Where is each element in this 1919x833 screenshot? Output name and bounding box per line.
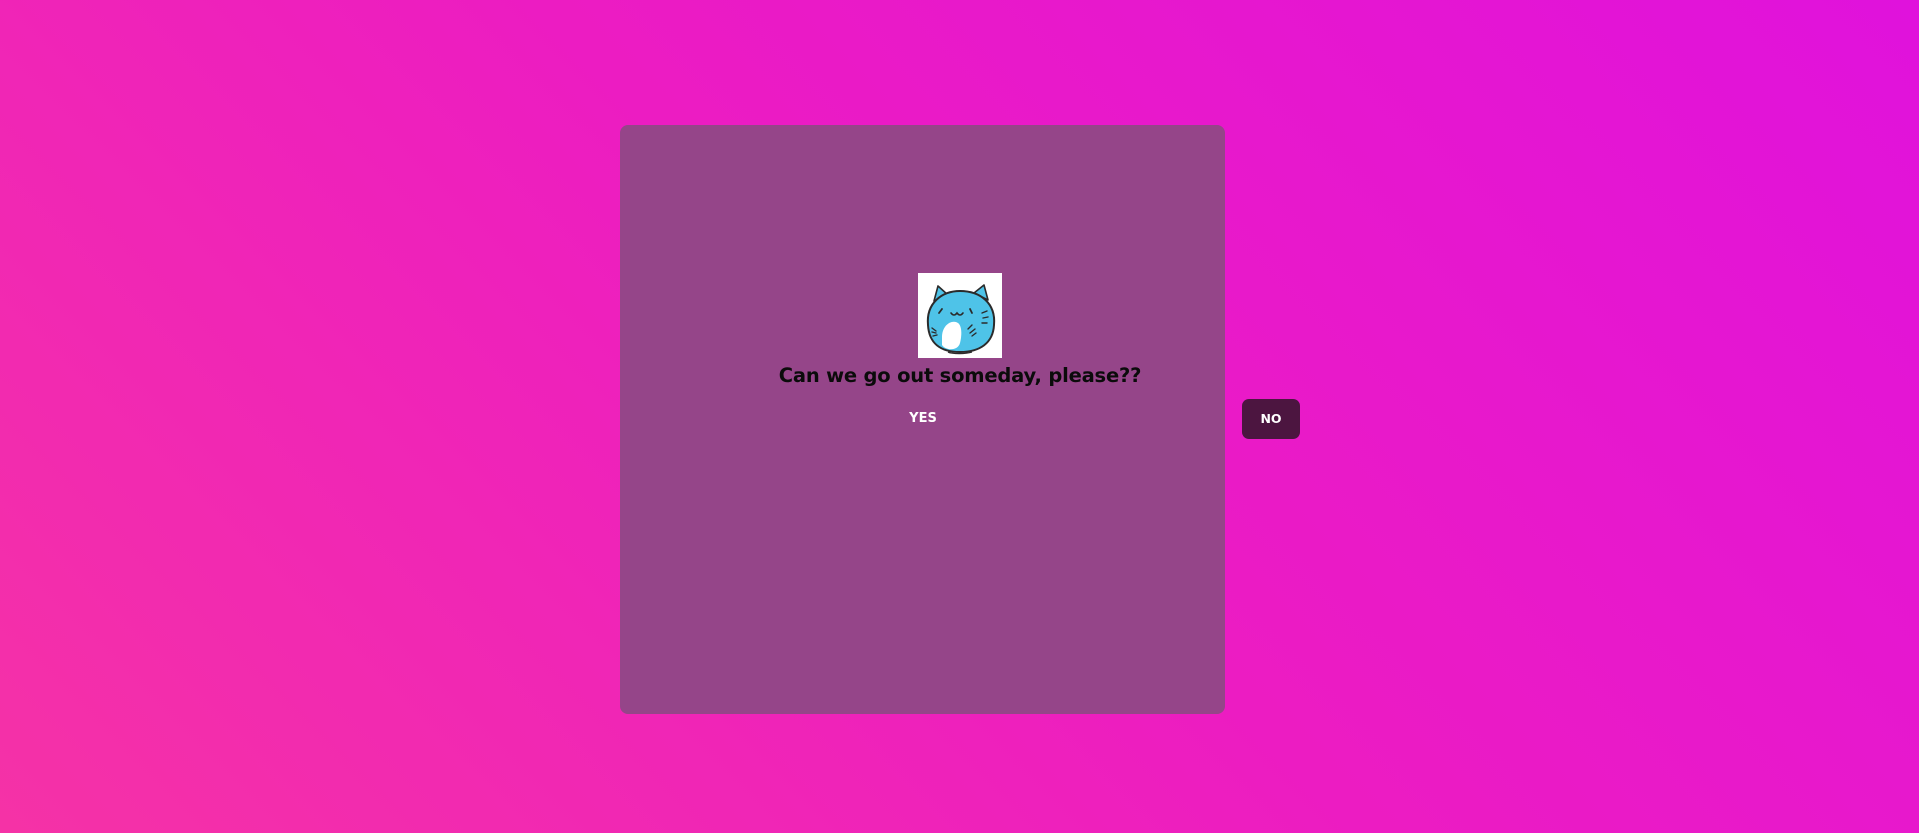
no-button[interactable]: NO — [1242, 399, 1300, 439]
blue-cat-mascot-icon — [918, 273, 1002, 358]
yes-button[interactable]: YES — [893, 405, 953, 433]
question-heading: Can we go out someday, please?? — [778, 364, 1142, 387]
